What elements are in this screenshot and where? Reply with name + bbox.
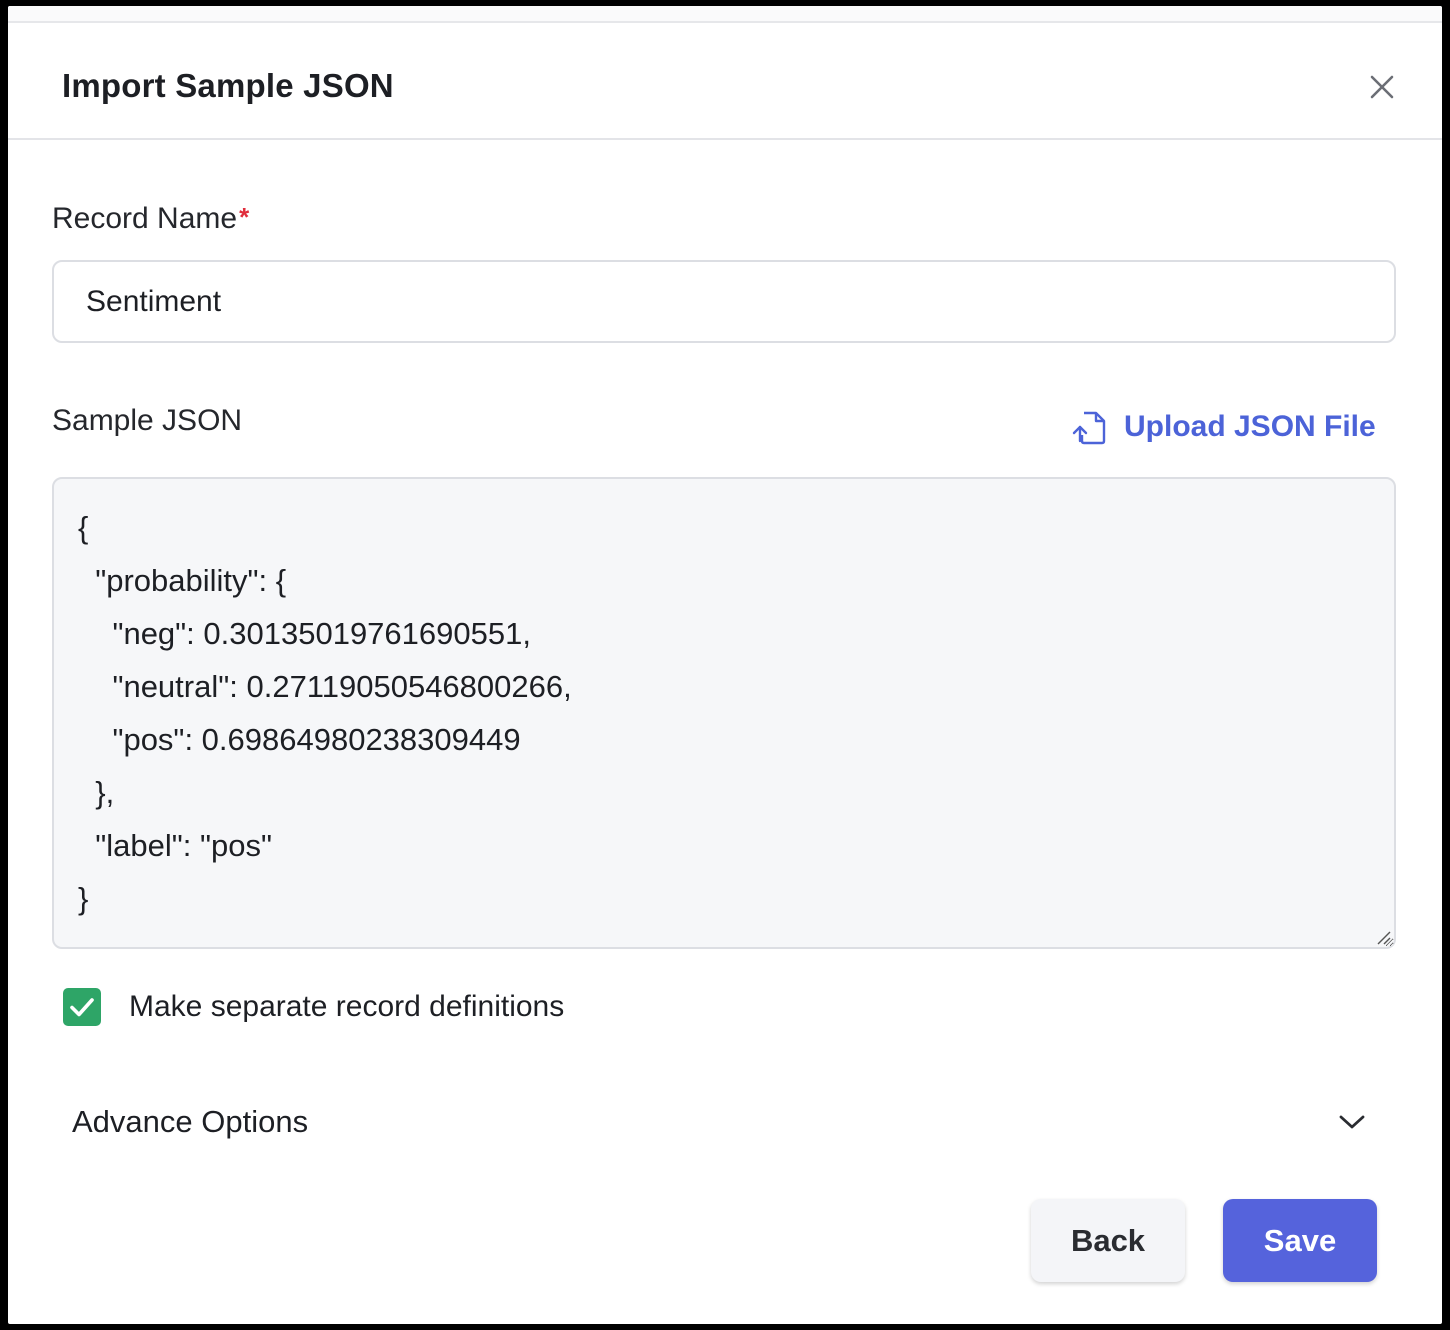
import-sample-json-dialog: Import Sample JSON Record Name* Sample J… <box>8 6 1442 1324</box>
upload-json-file-label: Upload JSON File <box>1124 410 1376 443</box>
file-upload-icon <box>1072 411 1106 445</box>
record-name-label: Record Name* <box>52 202 249 236</box>
check-icon <box>70 998 94 1017</box>
advance-options-label: Advance Options <box>72 1104 309 1139</box>
sample-json-textarea[interactable]: { "probability": { "neg": 0.301350197616… <box>52 477 1396 949</box>
save-button[interactable]: Save <box>1223 1199 1377 1282</box>
top-strip <box>8 6 1442 23</box>
close-icon <box>1370 75 1394 99</box>
close-button[interactable] <box>1364 69 1400 105</box>
separate-definitions-label: Make separate record definitions <box>129 990 565 1023</box>
chevron-down-icon <box>1339 1115 1365 1129</box>
upload-json-file-button[interactable]: Upload JSON File <box>1070 404 1376 450</box>
record-name-input[interactable] <box>52 260 1396 343</box>
dialog-title: Import Sample JSON <box>62 67 394 104</box>
record-name-label-text: Record Name <box>52 202 238 235</box>
back-button[interactable]: Back <box>1031 1199 1185 1282</box>
dialog-header: Import Sample JSON <box>8 23 1442 140</box>
advance-options-toggle[interactable]: Advance Options <box>52 1086 1396 1158</box>
required-marker: * <box>239 202 250 232</box>
sample-json-label: Sample JSON <box>52 404 243 437</box>
separate-definitions-checkbox[interactable] <box>63 988 101 1026</box>
